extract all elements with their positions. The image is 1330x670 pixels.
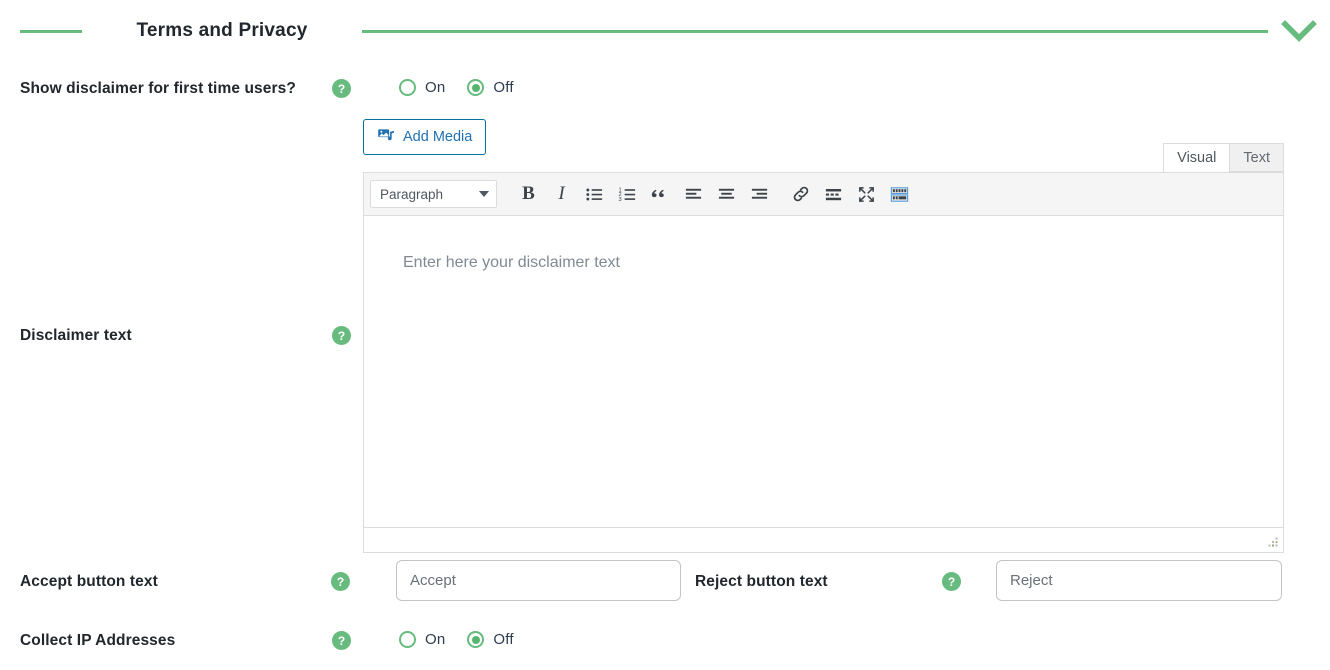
reject-button-text-label: Reject button text: [695, 573, 828, 590]
editor-placeholder: Enter here your disclaimer text: [403, 254, 620, 271]
radio-dot-off: [467, 631, 485, 648]
link-icon[interactable]: [785, 179, 816, 209]
radio-label-off: Off: [493, 631, 514, 648]
radio-collect-ip-on[interactable]: On: [399, 631, 467, 648]
help-icon-accept-button[interactable]: ?: [331, 572, 350, 591]
chevron-down-icon[interactable]: [1276, 8, 1322, 54]
resize-handle[interactable]: [1266, 536, 1279, 549]
radio-label-on: On: [425, 631, 446, 648]
format-select-value: Paragraph: [380, 186, 444, 202]
collect-ip-radio-group: On Off: [399, 631, 536, 648]
tab-visual[interactable]: Visual: [1163, 143, 1231, 172]
editor-topbar: Add Media Visual Text: [363, 119, 1284, 172]
accept-button-text-label: Accept button text: [20, 573, 158, 590]
numbered-list-icon[interactable]: 1 2 3: [612, 179, 643, 209]
reject-button-text-input[interactable]: Reject: [996, 560, 1282, 601]
help-icon-reject-button[interactable]: ?: [942, 572, 961, 591]
radio-dot-on: [399, 79, 416, 96]
add-media-icon: [377, 126, 396, 149]
section-header: Terms and Privacy: [0, 0, 1330, 62]
row-disclaimer-text: Disclaimer text ?: [20, 326, 360, 346]
blockquote-icon[interactable]: [645, 179, 676, 209]
italic-icon[interactable]: I: [546, 179, 577, 209]
show-disclaimer-radio-group: On Off: [399, 79, 536, 96]
row-accept-button-text: Accept button text ?: [20, 572, 350, 592]
svg-text:3: 3: [618, 197, 621, 203]
page-title: Terms and Privacy: [136, 20, 308, 41]
radio-show-disclaimer-off[interactable]: Off: [467, 79, 535, 96]
radio-label-on: On: [425, 79, 446, 96]
disclaimer-text-label: Disclaimer text: [20, 327, 132, 344]
radio-label-off: Off: [493, 79, 514, 96]
help-icon-disclaimer-text[interactable]: ?: [332, 326, 351, 345]
accept-button-text-input[interactable]: Accept: [396, 560, 681, 601]
settings-panel: Terms and Privacy Show disclaimer for fi…: [0, 0, 1330, 670]
add-media-label: Add Media: [403, 129, 473, 145]
editor-toolbar: Paragraph B I 1 2 3: [363, 172, 1284, 216]
help-icon-collect-ip[interactable]: ?: [332, 631, 351, 650]
show-disclaimer-label: Show disclaimer for first time users?: [20, 80, 296, 97]
align-left-icon[interactable]: [678, 179, 709, 209]
bold-icon[interactable]: B: [513, 179, 544, 209]
header-rule-left: [20, 29, 82, 33]
disclaimer-editor: Add Media Visual Text Paragraph B I 1 2 …: [363, 119, 1284, 553]
editor-mode-tabs: Visual Text: [1163, 143, 1284, 172]
editor-statusbar: [363, 528, 1284, 553]
chevron-down-icon-format: [479, 191, 489, 197]
radio-dot-on: [399, 631, 416, 648]
radio-dot-off: [467, 79, 485, 96]
insert-read-more-icon[interactable]: [818, 179, 849, 209]
add-media-button[interactable]: Add Media: [363, 119, 487, 155]
help-icon-show-disclaimer[interactable]: ?: [332, 79, 351, 98]
radio-show-disclaimer-on[interactable]: On: [399, 79, 467, 96]
accept-button-text-value: Accept: [410, 572, 456, 589]
collect-ip-label: Collect IP Addresses: [20, 632, 176, 649]
bulleted-list-icon[interactable]: [579, 179, 610, 209]
align-center-icon[interactable]: [711, 179, 742, 209]
row-show-disclaimer: Show disclaimer for first time users? ? …: [20, 79, 580, 99]
align-right-icon[interactable]: [744, 179, 775, 209]
row-reject-button-text: Reject button text ?: [695, 572, 965, 592]
toolbar-toggle-icon[interactable]: [884, 179, 915, 209]
tab-text[interactable]: Text: [1229, 143, 1284, 172]
format-select[interactable]: Paragraph: [370, 180, 497, 208]
radio-collect-ip-off[interactable]: Off: [467, 631, 535, 648]
editor-content-area[interactable]: Enter here your disclaimer text: [363, 216, 1284, 528]
fullscreen-icon[interactable]: [851, 179, 882, 209]
row-collect-ip: Collect IP Addresses ? On Off: [20, 631, 580, 651]
header-rule-right: [362, 29, 1268, 33]
reject-button-text-value: Reject: [1010, 572, 1053, 589]
